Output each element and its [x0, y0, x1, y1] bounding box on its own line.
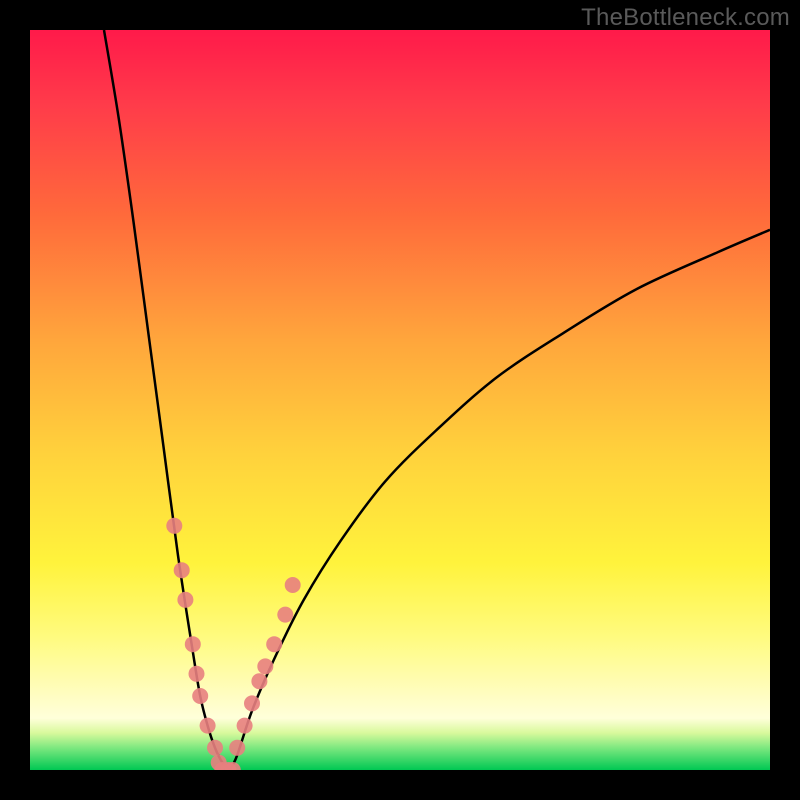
- marker-dot: [285, 577, 301, 593]
- marker-dot: [185, 636, 201, 652]
- marker-dot: [177, 592, 193, 608]
- marker-dot: [251, 673, 267, 689]
- marker-dot: [257, 658, 273, 674]
- chart-frame: TheBottleneck.com: [0, 0, 800, 800]
- marker-dot: [229, 740, 245, 756]
- marker-dot: [166, 518, 182, 534]
- marker-dot: [200, 718, 216, 734]
- curve-lines: [104, 30, 770, 770]
- marker-dot: [192, 688, 208, 704]
- plot-area: [30, 30, 770, 770]
- marker-dot: [266, 636, 282, 652]
- marker-dot: [189, 666, 205, 682]
- curve-left-branch: [104, 30, 230, 770]
- marker-dot: [237, 718, 253, 734]
- watermark-text: TheBottleneck.com: [581, 4, 790, 32]
- marker-dots: [166, 518, 300, 770]
- chart-svg: [30, 30, 770, 770]
- marker-dot: [244, 695, 260, 711]
- marker-dot: [174, 562, 190, 578]
- curve-right-branch: [230, 230, 770, 770]
- marker-dot: [207, 740, 223, 756]
- marker-dot: [277, 607, 293, 623]
